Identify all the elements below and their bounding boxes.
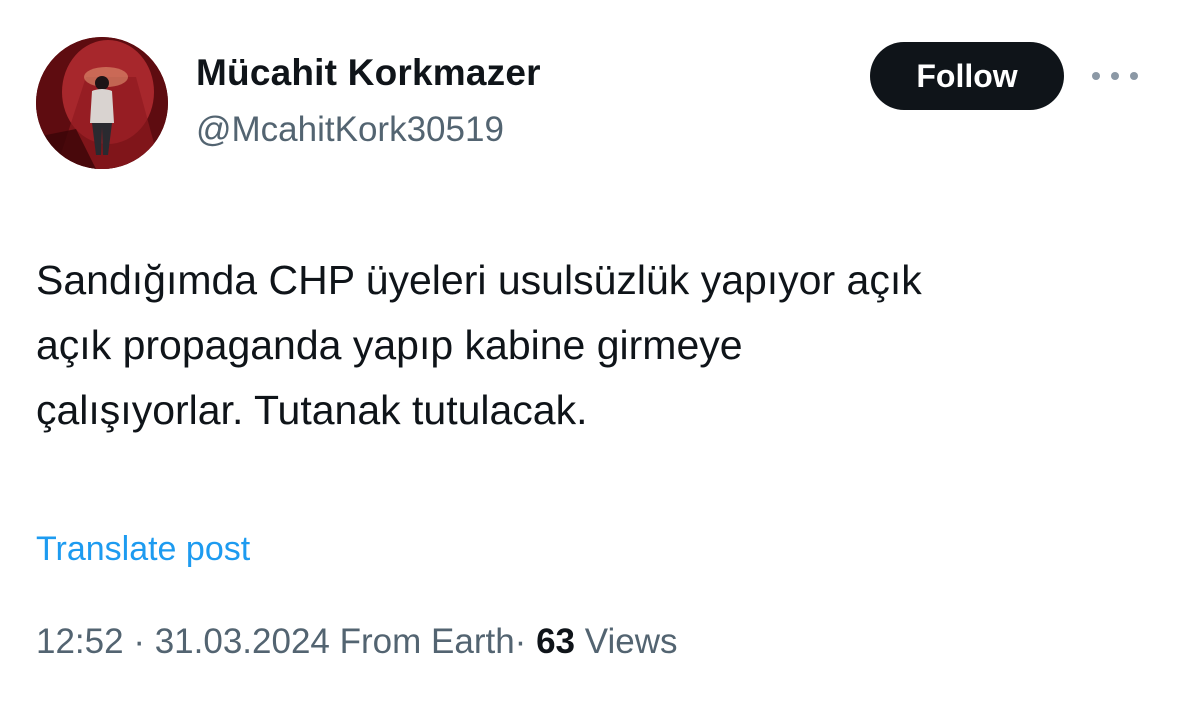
follow-button[interactable]: Follow bbox=[870, 42, 1064, 110]
meta-separator: · bbox=[133, 622, 145, 661]
avatar[interactable] bbox=[36, 37, 168, 169]
avatar-image bbox=[36, 37, 168, 169]
post-time[interactable]: 12:52 bbox=[36, 622, 124, 661]
post-source: From Earth bbox=[339, 622, 515, 661]
translate-post-link[interactable]: Translate post bbox=[36, 530, 250, 569]
post-text: Sandığımda CHP üyeleri usulsüzlük yapıyo… bbox=[36, 248, 1146, 443]
post-text-line: açık propaganda yapıp kabine girmeye bbox=[36, 322, 743, 368]
views-label: Views bbox=[584, 622, 678, 661]
more-dot bbox=[1111, 72, 1119, 80]
post-date[interactable]: 31.03.2024 bbox=[155, 622, 330, 661]
display-name[interactable]: Mücahit Korkmazer bbox=[196, 52, 541, 94]
post-text-line: Sandığımda CHP üyeleri usulsüzlük yapıyo… bbox=[36, 257, 922, 303]
meta-separator: · bbox=[514, 622, 527, 661]
post-metadata: 12:52 · 31.03.2024 From Earth· 63 Views bbox=[36, 622, 677, 662]
user-handle[interactable]: @McahitKork30519 bbox=[196, 110, 504, 150]
views-count: 63 bbox=[536, 622, 575, 661]
post-text-line: çalışıyorlar. Tutanak tutulacak. bbox=[36, 387, 588, 433]
more-dot bbox=[1130, 72, 1138, 80]
more-dot bbox=[1092, 72, 1100, 80]
more-horizontal-icon[interactable] bbox=[1092, 62, 1138, 90]
